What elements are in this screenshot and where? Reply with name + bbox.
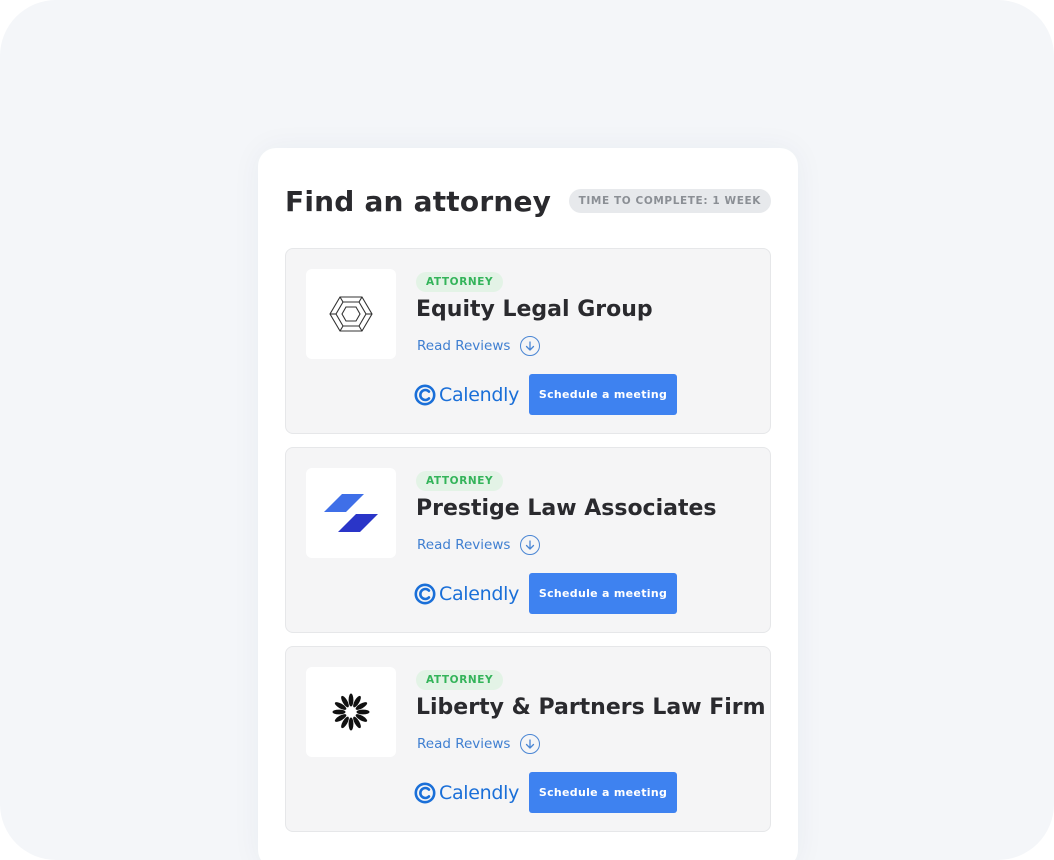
schedule-meeting-button[interactable]: Schedule a meeting [529,772,677,813]
calendly-wordmark: Calendly [439,583,520,605]
calendly-icon [414,384,436,406]
attorney-card-liberty-partners-law-firm: ATTORNEY Liberty & Partners Law Firm Rea… [285,646,771,832]
attorney-tag: ATTORNEY [416,272,504,292]
read-reviews-label: Read Reviews [417,537,511,553]
read-reviews-label: Read Reviews [417,338,511,354]
calendly-wordmark: Calendly [439,782,520,804]
time-to-complete-badge: TIME TO COMPLETE: 1 WEEK [568,189,771,213]
read-reviews-label: Read Reviews [417,736,511,752]
calendly-wordmark: Calendly [439,384,520,406]
read-reviews-link[interactable]: Read Reviews [417,335,541,357]
firm-name: Prestige Law Associates [416,496,717,521]
attorney-tag: ATTORNEY [416,670,504,690]
app-frame: Find an attorney TIME TO COMPLETE: 1 WEE… [0,0,1054,860]
firm-name: Liberty & Partners Law Firm [416,695,766,720]
panel-header: Find an attorney TIME TO COMPLETE: 1 WEE… [285,184,771,220]
page-title: Find an attorney [285,185,552,218]
arrow-down-circle-icon[interactable] [520,535,541,555]
attorney-tag: ATTORNEY [416,471,504,491]
black-starburst-icon [332,693,370,731]
arrow-down-circle-icon[interactable] [520,336,541,356]
schedule-meeting-button[interactable]: Schedule a meeting [529,573,677,614]
firm-logo [306,667,396,757]
calendly-logo: Calendly [414,779,519,807]
attorney-card-equity-legal-group: ATTORNEY Equity Legal Group Read Reviews… [285,248,771,434]
blue-parallelograms-icon [324,494,378,532]
attorney-card-prestige-law-associates: ATTORNEY Prestige Law Associates Read Re… [285,447,771,633]
firm-logo [306,269,396,359]
read-reviews-link[interactable]: Read Reviews [417,534,541,556]
schedule-meeting-button[interactable]: Schedule a meeting [529,374,677,415]
calendly-icon [414,583,436,605]
read-reviews-link[interactable]: Read Reviews [417,733,541,755]
find-attorney-panel: Find an attorney TIME TO COMPLETE: 1 WEE… [258,148,798,860]
calendly-logo: Calendly [414,381,519,409]
firm-name: Equity Legal Group [416,297,653,322]
firm-logo [306,468,396,558]
hexagon-outline-icon [329,296,373,332]
arrow-down-circle-icon[interactable] [520,734,541,754]
calendly-logo: Calendly [414,580,519,608]
calendly-icon [414,782,436,804]
